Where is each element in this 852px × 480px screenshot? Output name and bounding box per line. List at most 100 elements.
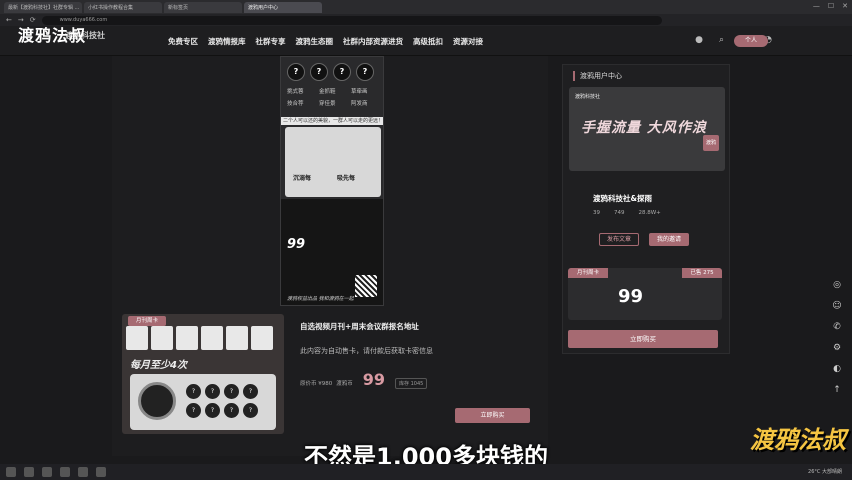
poster-panel: 沉溺每 吸先每 — [285, 127, 381, 197]
vip-price: 99 — [618, 286, 644, 307]
product-tiles — [126, 326, 273, 350]
vip-buy-button[interactable]: 立即购买 — [568, 330, 718, 348]
settings-icon[interactable]: ⚙ — [830, 341, 844, 355]
nav-item-discount[interactable]: 高级抵扣 — [413, 36, 443, 47]
product-avatar — [138, 382, 176, 420]
nav-item-free[interactable]: 免费专区 — [168, 36, 198, 47]
product-title[interactable]: 自选视频月刊+周末会议群报名地址 — [300, 321, 419, 332]
minimize-icon[interactable]: — — [813, 2, 820, 10]
poster-circle: ? — [333, 63, 351, 81]
browser-tabbar: 最新【渡鸦科技社】社群专辑 ... 小红书操作教程合集 新标签页 渡鸦用户中心 … — [0, 0, 852, 14]
nav-item-connect[interactable]: 资源对接 — [453, 36, 483, 47]
stat-views: 28.8W+ — [638, 210, 661, 216]
poster-price: 99 — [287, 237, 306, 252]
buy-now-button[interactable]: 立即购买 — [455, 408, 530, 423]
user-button[interactable]: 个人 — [734, 35, 768, 47]
stat-posts: 39 — [593, 210, 600, 216]
site-nav: 渡鸦科技社 免费专区 渡鸦情报库 社群专享 渡鸦生态圈 社群内部资源进货 高级抵… — [0, 26, 852, 56]
product-dots: ? ? ? ? ? ? ? ? — [186, 384, 258, 418]
tile — [226, 326, 248, 350]
service-icon[interactable]: ◎ — [830, 278, 844, 292]
product-dot: ? — [224, 403, 239, 418]
poster-name: 技合荐 — [287, 101, 304, 107]
stat-likes: 749 — [614, 210, 625, 216]
product-dot: ? — [205, 403, 220, 418]
poster-label-left: 沉溺每 — [293, 175, 312, 182]
taskbar-app-icon[interactable] — [60, 467, 70, 477]
poster-circle: ? — [287, 63, 305, 81]
taskbar-app-icon[interactable] — [78, 467, 88, 477]
browser-tab[interactable]: 小红书操作教程合集 — [84, 1, 162, 13]
poster-name: 穿佳景 — [319, 101, 336, 107]
banner-logo: 渡鸦科技社 — [575, 94, 601, 100]
product-dot: ? — [224, 384, 239, 399]
wechat-icon[interactable]: ✆ — [830, 320, 844, 334]
profile-buttons: 发布文章 我的邀请 — [599, 233, 689, 246]
product-price: 99 — [362, 370, 386, 389]
search-icon[interactable]: ⌕ — [719, 35, 724, 45]
browser-tab-active[interactable]: 渡鸦用户中心 — [244, 1, 322, 13]
watermark-top-left: 渡鸦法叔 — [18, 26, 87, 45]
tile — [201, 326, 223, 350]
poster-footer: 渡鸦权益出品 我和渡鸦在一起 — [287, 296, 354, 302]
poster-circle: ? — [310, 63, 328, 81]
product-tag: 月刊周卡 — [128, 316, 166, 326]
product-image[interactable]: 月刊周卡 每月至少4次 ? ? ? ? ? ? ? ? — [122, 314, 284, 434]
floating-toolbar: ◎ ☺ ✆ ⚙ ◐ ↑ — [830, 278, 844, 397]
poster-circles: ? ? ? ? — [287, 63, 374, 81]
product-dot: ? — [243, 384, 258, 399]
taskbar-app-icon[interactable] — [96, 467, 106, 477]
price-row: 原价币 ¥980 渡鸦币 99 库存 1045 — [300, 370, 428, 389]
nav-item-intel[interactable]: 渡鸦情报库 — [208, 36, 246, 47]
vip-card[interactable]: 月刊周卡 已售 275 99 — [568, 268, 722, 320]
banner-badge: 渡鸦 — [703, 135, 719, 151]
panel-title: 渡鸦用户中心 — [573, 71, 622, 81]
product-dot: ? — [205, 384, 220, 399]
browser-tab[interactable]: 新标签页 — [164, 1, 242, 13]
poster-name: 阿发商 — [351, 101, 368, 107]
theme-icon[interactable]: ● — [695, 35, 703, 45]
browser-tab[interactable]: 最新【渡鸦科技社】社群专辑 ... — [4, 1, 82, 13]
close-icon[interactable]: ✕ — [842, 2, 848, 10]
url-input[interactable]: www.duya666.com — [41, 15, 662, 25]
vip-sold-tag: 已售 275 — [682, 268, 722, 278]
profile-stats: 39 749 28.8W+ — [593, 210, 661, 216]
product-dot: ? — [186, 403, 201, 418]
product-dot: ? — [186, 384, 201, 399]
banner-slogan: 手握流量 大风作浪 — [581, 120, 707, 136]
tile — [126, 326, 148, 350]
my-invites-button[interactable]: 我的邀请 — [649, 233, 689, 246]
tile — [176, 326, 198, 350]
taskbar-app-icon[interactable] — [42, 467, 52, 477]
taskbar-app-icon[interactable] — [24, 467, 34, 477]
maximize-icon[interactable]: ☐ — [828, 2, 834, 10]
product-dot: ? — [243, 403, 258, 418]
vip-tag: 月刊周卡 — [568, 268, 608, 278]
poster-name: 金抓鞋 — [319, 89, 336, 95]
product-slogan: 每月至少4次 — [130, 360, 187, 371]
weather-status: 26°C 大部晴朗 — [808, 469, 842, 475]
window-controls: — ☐ ✕ — [813, 2, 848, 10]
poster-band: 二个人可以还的美貌，一群人可以走的更远！ — [281, 117, 383, 125]
profile-banner: 渡鸦科技社 手握流量 大风作浪 渡鸦 — [569, 87, 725, 171]
nav-item-community[interactable]: 社群专享 — [256, 36, 286, 47]
nav-item-resources[interactable]: 社群内部资源进货 — [343, 36, 403, 47]
poster-name: 挑式蓉 — [287, 89, 304, 95]
tile — [251, 326, 273, 350]
poster-names: 挑式蓉 金抓鞋 草牵画 技合荐 穿佳景 阿发商 — [287, 87, 381, 107]
poster-image: ? ? ? ? 挑式蓉 金抓鞋 草牵画 技合荐 穿佳景 阿发商 二个人可以还的美… — [280, 56, 384, 306]
user-icon[interactable]: ☺ — [830, 299, 844, 313]
theme-toggle-icon[interactable]: ◐ — [830, 362, 844, 376]
publish-article-button[interactable]: 发布文章 — [599, 233, 639, 246]
back-to-top-icon[interactable]: ↑ — [830, 383, 844, 397]
poster-name: 草牵画 — [351, 89, 368, 95]
price-label: 渡鸦币 — [336, 381, 353, 387]
product-lower-panel: ? ? ? ? ? ? ? ? — [130, 374, 276, 430]
profile-name[interactable]: 渡鸦科技社&探雨 — [593, 193, 652, 204]
nav-item-ecosystem[interactable]: 渡鸦生态圈 — [296, 36, 334, 47]
tile — [151, 326, 173, 350]
start-icon[interactable] — [6, 467, 16, 477]
os-taskbar: 26°C 大部晴朗 — [0, 464, 852, 480]
poster-circle: ? — [356, 63, 374, 81]
back-icon[interactable]: ← — [6, 16, 12, 24]
